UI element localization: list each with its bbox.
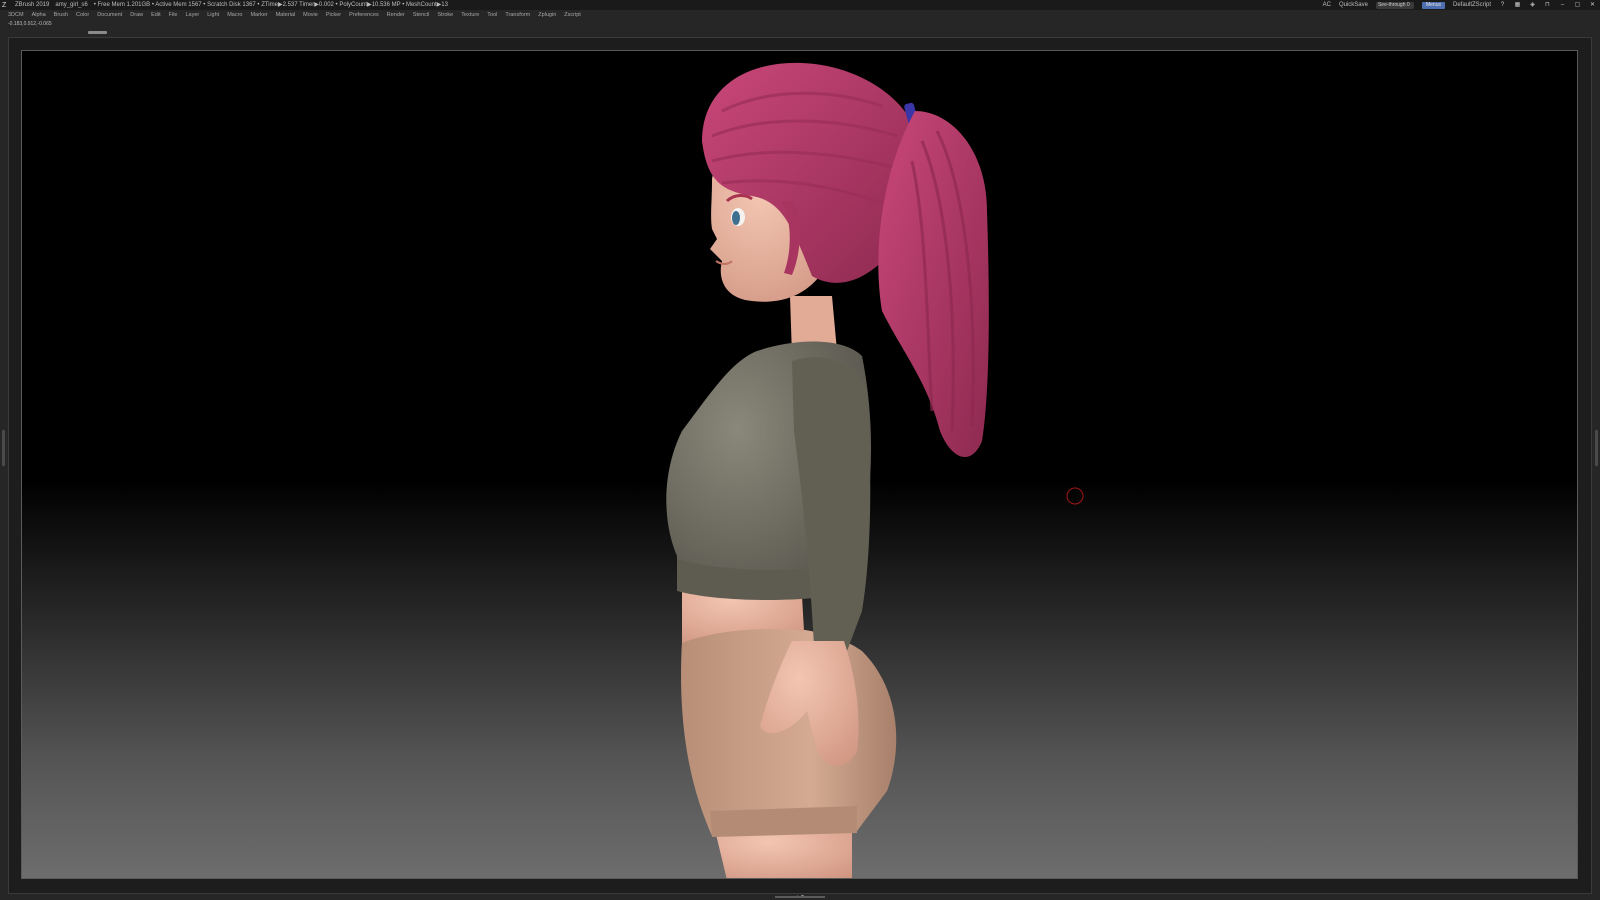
menu-macro[interactable]: Macro: [227, 10, 242, 20]
menu-color[interactable]: Color: [76, 10, 89, 20]
menu-zplugin[interactable]: Zplugin: [538, 10, 556, 20]
bottom-tray-grip[interactable]: ▲▼: [775, 895, 825, 900]
menu-3dcm[interactable]: 3DCM: [8, 10, 24, 20]
lock-icon[interactable]: ⊓: [1544, 0, 1551, 10]
menu-draw[interactable]: Draw: [130, 10, 143, 20]
shelf-handle[interactable]: [88, 31, 107, 34]
layout-icon[interactable]: ▦: [1514, 0, 1521, 10]
menu-light[interactable]: Light: [207, 10, 219, 20]
menu-picker[interactable]: Picker: [326, 10, 341, 20]
see-through-value: 0: [1406, 1, 1410, 8]
see-through-label: See-through: [1377, 1, 1406, 8]
menu-preferences[interactable]: Preferences: [349, 10, 379, 20]
see-through-slider[interactable]: See-through 0: [1375, 1, 1414, 9]
help-icon[interactable]: ?: [1499, 0, 1506, 10]
main-menu-bar: 3DCM Alpha Brush Color Document Draw Edit File L…: [0, 10, 1600, 20]
iris: [732, 211, 740, 225]
project-name: amy_girl_s6: [55, 2, 88, 8]
shorts-cuff: [710, 806, 857, 837]
menu-zscript[interactable]: Zscript: [564, 10, 581, 20]
menu-texture[interactable]: Texture: [461, 10, 479, 20]
memory-stats: • Free Mem 1.201GB • Active Mem 1567 • S…: [93, 2, 448, 8]
brush-cursor: [1066, 487, 1084, 505]
character-model: [666, 62, 1084, 878]
minimize-icon[interactable]: –: [1559, 0, 1566, 10]
coordinates-readout: -0.183,0.912,-0.065: [8, 21, 52, 27]
menu-tool[interactable]: Tool: [487, 10, 497, 20]
restore-icon[interactable]: ▢: [1574, 0, 1581, 10]
menu-edit[interactable]: Edit: [151, 10, 160, 20]
close-icon[interactable]: ✕: [1589, 0, 1596, 10]
default-zscript-button[interactable]: DefaultZScript: [1453, 0, 1491, 10]
menu-stencil[interactable]: Stencil: [413, 10, 430, 20]
menu-material[interactable]: Material: [276, 10, 296, 20]
menu-file[interactable]: File: [169, 10, 178, 20]
ac-button[interactable]: AC: [1323, 0, 1331, 10]
right-tray-grip[interactable]: [1595, 430, 1598, 466]
sculpt-canvas[interactable]: [21, 50, 1578, 879]
arm-sleeve: [792, 357, 871, 651]
left-tray-grip[interactable]: [2, 430, 5, 466]
menu-alpha[interactable]: Alpha: [32, 10, 46, 20]
quicksave-button[interactable]: QuickSave: [1339, 0, 1368, 10]
menu-document[interactable]: Document: [97, 10, 122, 20]
menu-movie[interactable]: Movie: [303, 10, 318, 20]
menu-layer[interactable]: Layer: [185, 10, 199, 20]
menus-button[interactable]: Menus: [1421, 1, 1445, 9]
menu-render[interactable]: Render: [387, 10, 405, 20]
menu-transform[interactable]: Transform: [505, 10, 530, 20]
menu-marker[interactable]: Marker: [250, 10, 267, 20]
title-bar: Z ZBrush 2019 amy_girl_s6 • Free Mem 1.2…: [0, 0, 1600, 10]
palette-icon[interactable]: ◈: [1529, 0, 1536, 10]
menu-brush[interactable]: Brush: [54, 10, 68, 20]
zbrush-logo-icon: Z: [2, 1, 7, 9]
menu-stroke[interactable]: Stroke: [437, 10, 453, 20]
app-name: ZBrush 2019: [15, 2, 50, 8]
